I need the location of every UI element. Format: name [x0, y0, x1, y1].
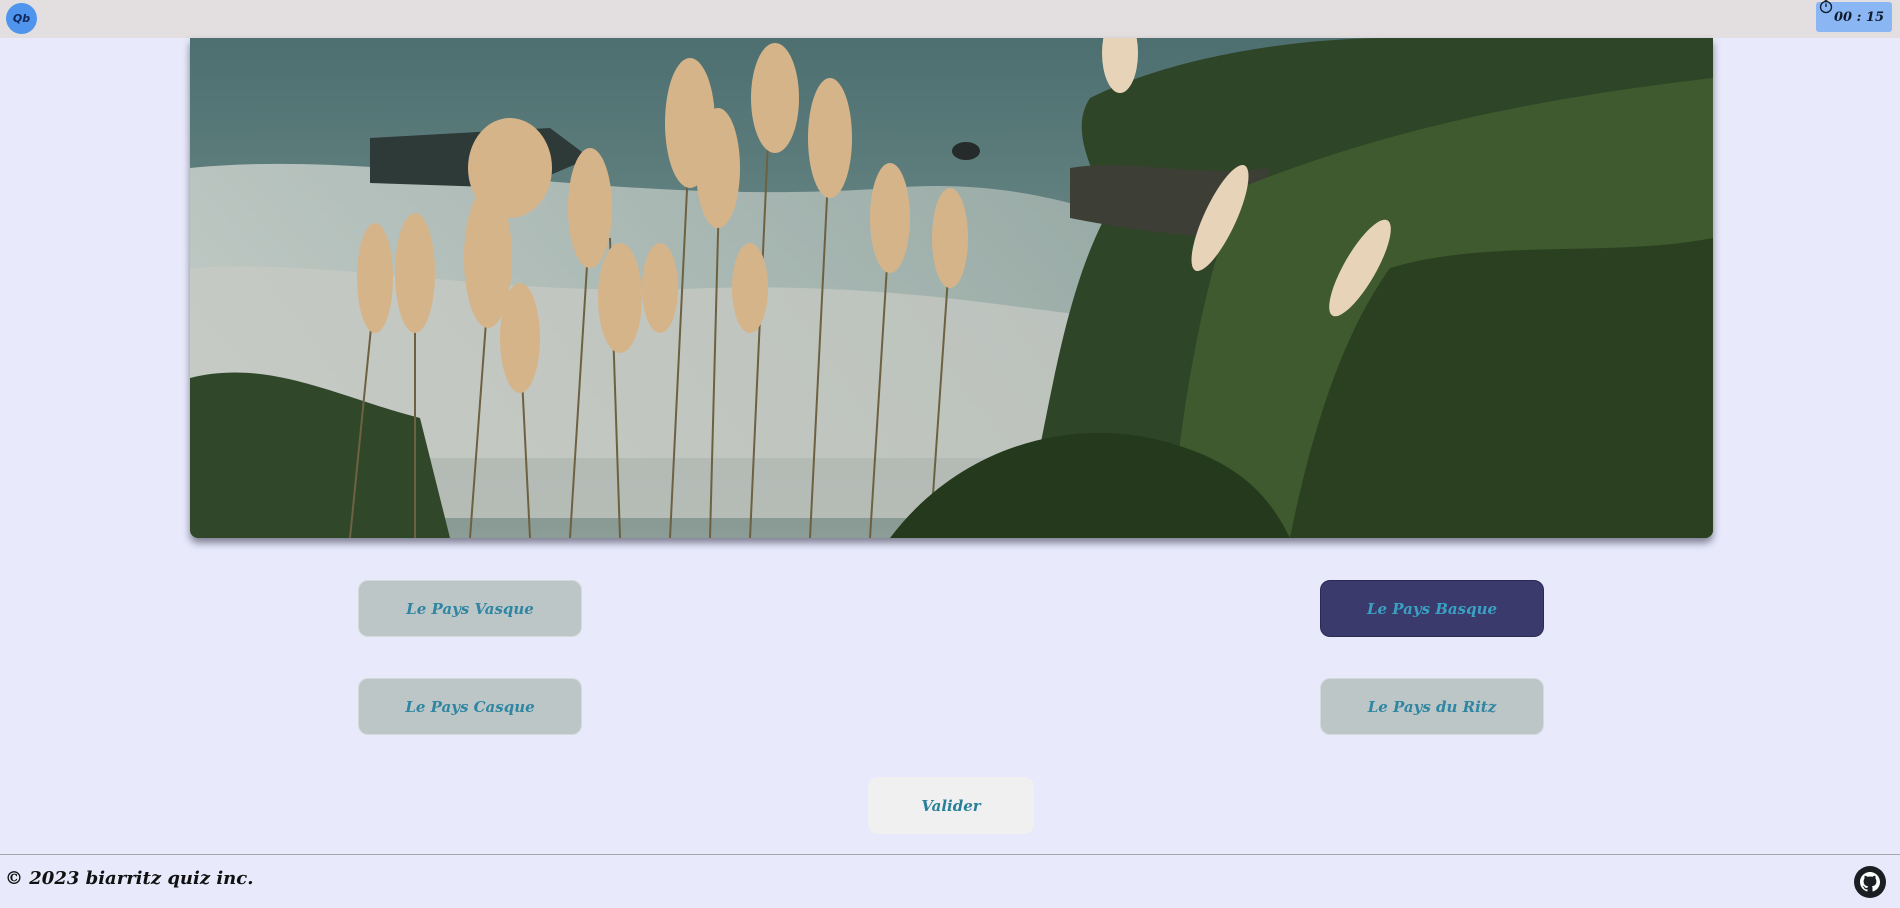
answer-option-3[interactable]: Le Pays Casque: [358, 678, 582, 735]
validate-button[interactable]: Valider: [868, 777, 1034, 834]
question-image: [190, 38, 1713, 538]
footer-copyright: © 2023 biarritz quiz inc.: [5, 868, 254, 889]
timer: 00 : 15: [1816, 0, 1892, 32]
answer-option-2[interactable]: Le Pays Basque: [1320, 580, 1544, 637]
logo[interactable]: Qb: [6, 3, 37, 34]
top-bar: Qb 00 : 15: [0, 0, 1900, 38]
github-icon[interactable]: [1854, 866, 1886, 898]
footer-divider: [0, 854, 1900, 855]
stopwatch-icon: [1819, 0, 1833, 14]
answer-option-4[interactable]: Le Pays du Ritz: [1320, 678, 1544, 735]
timer-value: 00 : 15: [1833, 9, 1884, 25]
answer-option-1[interactable]: Le Pays Vasque: [358, 580, 582, 637]
